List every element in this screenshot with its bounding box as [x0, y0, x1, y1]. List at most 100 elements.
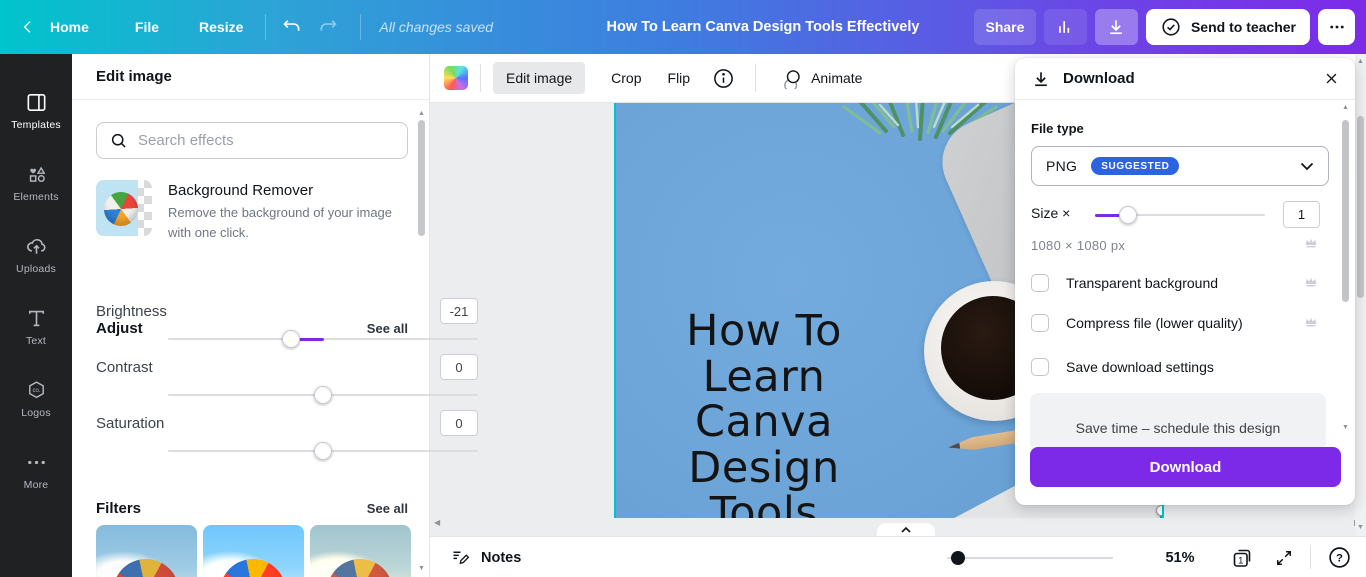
- brightness-value-box[interactable]: -21: [440, 298, 478, 324]
- checkbox[interactable]: [1031, 358, 1049, 376]
- notes-button[interactable]: Notes: [450, 537, 521, 577]
- download-scrollbar-thumb[interactable]: [1342, 120, 1349, 302]
- notes-label: Notes: [481, 549, 522, 566]
- contrast-slider-handle[interactable]: [314, 386, 332, 404]
- edit-image-tab[interactable]: Edit image: [493, 62, 586, 94]
- sidebar-item-text[interactable]: Text: [0, 291, 72, 363]
- scroll-up-arrow[interactable]: ▲: [1356, 58, 1365, 66]
- checkbox[interactable]: [1031, 274, 1049, 292]
- file-type-select[interactable]: PNG SUGGESTED: [1031, 146, 1329, 186]
- scroll-up-arrow[interactable]: ▲: [1341, 104, 1350, 112]
- brightness-slider-handle[interactable]: [282, 330, 300, 348]
- menu-home[interactable]: Home: [50, 19, 89, 35]
- share-button[interactable]: Share: [973, 9, 1036, 45]
- brightness-slider[interactable]: [168, 330, 478, 348]
- saturation-value-box[interactable]: 0: [440, 410, 478, 436]
- saturation-slider[interactable]: [168, 442, 478, 460]
- divider: [265, 14, 267, 40]
- brightness-label: Brightness: [96, 303, 167, 320]
- scroll-down-arrow[interactable]: ▼: [1341, 424, 1350, 432]
- undo-icon[interactable]: [282, 17, 302, 37]
- suggested-badge: SUGGESTED: [1091, 157, 1180, 175]
- beach-ball-image: [98, 186, 144, 232]
- size-slider[interactable]: [1095, 206, 1265, 224]
- schedule-design-hint[interactable]: Save time – schedule this design: [1030, 393, 1326, 451]
- sidebar-item-uploads[interactable]: Uploads: [0, 219, 72, 291]
- size-slider-handle[interactable]: [1119, 206, 1137, 224]
- divider: [755, 64, 757, 92]
- sidebar-item-elements[interactable]: Elements: [0, 147, 72, 219]
- option-label: Save download settings: [1066, 359, 1214, 375]
- document-title[interactable]: How To Learn Canva Design Tools Effectiv…: [607, 19, 920, 35]
- download-panel-scrollbar[interactable]: ▲ ▼: [1341, 102, 1350, 505]
- filter-thumbnails: [96, 525, 411, 577]
- download-icon: [1110, 20, 1123, 35]
- filters-header-row: Filters See all: [96, 500, 408, 517]
- zoom-slider[interactable]: [947, 551, 1113, 565]
- contrast-slider[interactable]: [168, 386, 478, 404]
- download-button[interactable]: Download: [1030, 447, 1341, 487]
- color-picker-swatch[interactable]: [444, 66, 468, 90]
- menu-file[interactable]: File: [135, 19, 159, 35]
- help-button[interactable]: ?: [1327, 545, 1352, 570]
- filters-see-all-link[interactable]: See all: [367, 501, 408, 516]
- menu-resize[interactable]: Resize: [199, 19, 243, 35]
- sidebar-item-logos[interactable]: co. Logos: [0, 363, 72, 435]
- zoom-level[interactable]: 51%: [1148, 550, 1212, 566]
- adjust-title: Adjust: [96, 320, 143, 337]
- h-scroll-left-arrow[interactable]: ◀: [434, 518, 440, 527]
- zoom-slider-handle[interactable]: [951, 551, 965, 565]
- svg-text:co.: co.: [32, 388, 40, 394]
- info-button[interactable]: [712, 67, 735, 90]
- filter-thumb-3[interactable]: [310, 525, 411, 577]
- animate-icon: [784, 69, 800, 89]
- panel-scrollbar[interactable]: ▲ ▼: [417, 110, 426, 573]
- window-scrollbar-thumb[interactable]: [1357, 116, 1364, 298]
- panel-scrollbar-thumb[interactable]: [418, 120, 425, 236]
- divider: [480, 64, 481, 92]
- size-value-box[interactable]: 1: [1283, 201, 1320, 228]
- filter-thumb-2[interactable]: [203, 525, 304, 577]
- adjust-header-row: Adjust See all: [96, 320, 408, 337]
- sidebar-item-more[interactable]: More: [0, 435, 72, 507]
- scroll-down-arrow[interactable]: ▼: [417, 565, 426, 573]
- adjust-see-all-link[interactable]: See all: [367, 321, 408, 336]
- more-dots-icon: [27, 460, 45, 465]
- crop-button[interactable]: Crop: [611, 70, 641, 86]
- check-circle-icon: [1162, 18, 1180, 36]
- option-compress-file[interactable]: Compress file (lower quality): [1031, 314, 1243, 332]
- redo-icon[interactable]: [318, 17, 338, 37]
- search-effects-box[interactable]: [96, 122, 408, 159]
- download-toggle-button[interactable]: [1094, 9, 1138, 45]
- download-panel: Download File type PNG SUGGESTED Size × …: [1015, 58, 1355, 505]
- scroll-up-arrow[interactable]: ▲: [417, 110, 426, 118]
- animate-button[interactable]: Animate: [781, 68, 862, 89]
- checkbox[interactable]: [1031, 314, 1049, 332]
- flip-button[interactable]: Flip: [668, 70, 691, 86]
- close-icon[interactable]: [1324, 71, 1339, 86]
- sidebar-item-templates[interactable]: Templates: [0, 75, 72, 147]
- fullscreen-button[interactable]: [1274, 548, 1294, 568]
- selection-resize-handle[interactable]: [1156, 505, 1162, 516]
- page-indicator-button[interactable]: 1: [1230, 546, 1254, 570]
- filter-thumb-1[interactable]: [96, 525, 197, 577]
- design-text[interactable]: How To Learn Canva Design Tools: [616, 308, 914, 518]
- contrast-label: Contrast: [96, 359, 153, 376]
- scroll-down-arrow[interactable]: ▼: [1356, 524, 1365, 532]
- background-remover-card[interactable]: Background Remover Remove the background…: [96, 180, 416, 243]
- window-scrollbar[interactable]: ▲ ▼: [1355, 54, 1366, 536]
- chevron-up-icon: [901, 526, 911, 533]
- search-input[interactable]: [138, 132, 395, 149]
- option-transparent-background[interactable]: Transparent background: [1031, 274, 1218, 292]
- insights-chart-button[interactable]: [1043, 9, 1087, 45]
- saturation-slider-handle[interactable]: [314, 442, 332, 460]
- expand-icon: [1277, 551, 1291, 565]
- sidebar: Templates Elements Uploads Text co. Logo…: [0, 54, 72, 577]
- pro-crown-icon: [1305, 238, 1317, 248]
- collapse-bottom-tab[interactable]: [877, 523, 935, 537]
- more-options-button[interactable]: [1318, 9, 1355, 45]
- option-save-settings[interactable]: Save download settings: [1031, 358, 1214, 376]
- back-chevron-icon[interactable]: [20, 19, 36, 35]
- send-to-teacher-button[interactable]: Send to teacher: [1145, 9, 1310, 45]
- contrast-value-box[interactable]: 0: [440, 354, 478, 380]
